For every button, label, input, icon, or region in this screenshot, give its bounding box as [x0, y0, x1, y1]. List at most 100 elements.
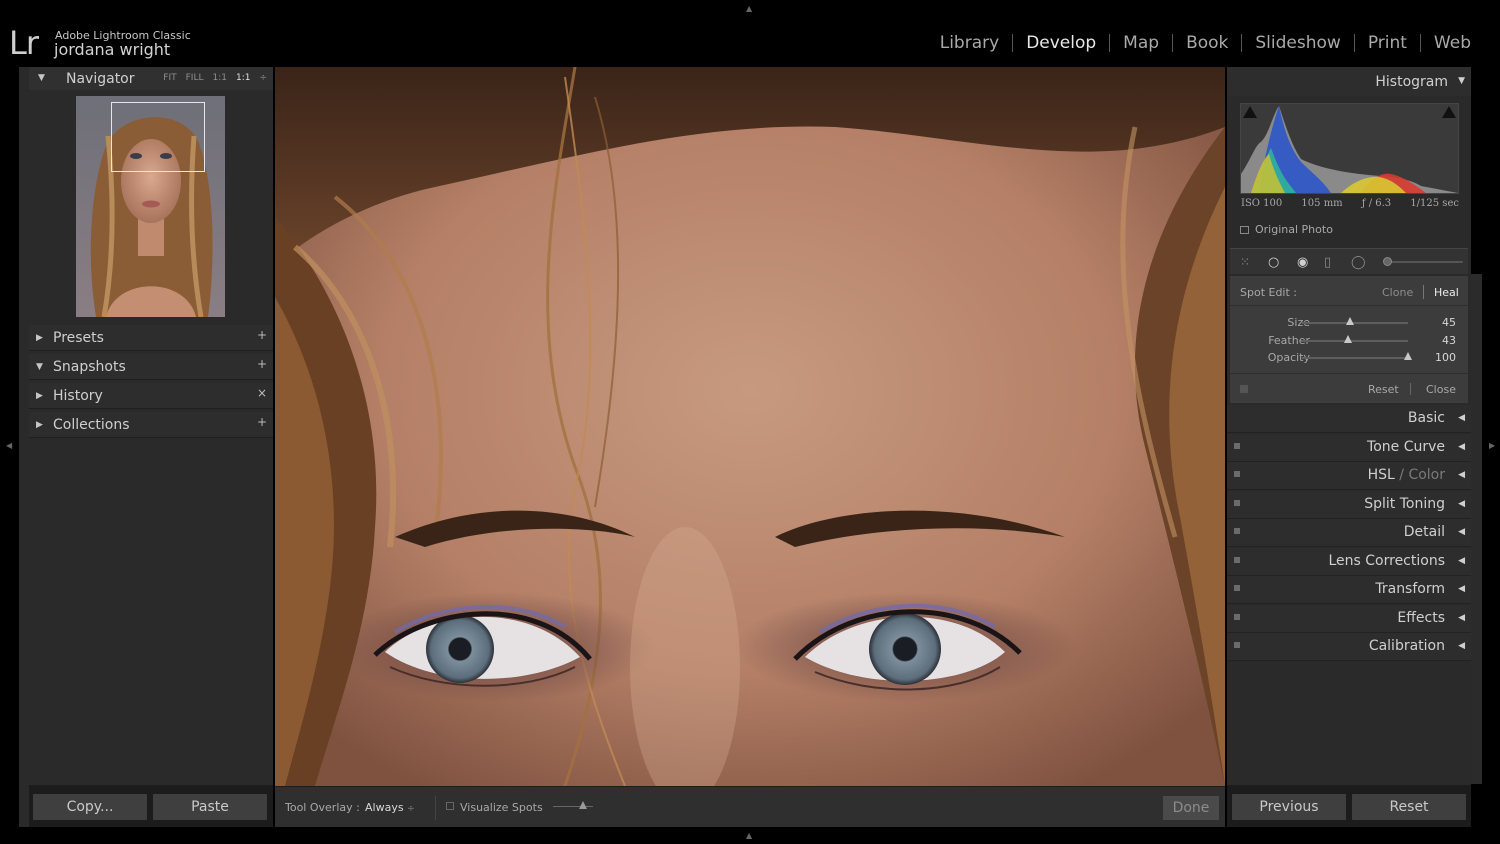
panel-label: Calibration — [1369, 638, 1445, 654]
heal-mode-button[interactable]: Heal — [1434, 286, 1459, 299]
adjustment-brush-slider[interactable] — [1387, 261, 1463, 263]
shadow-clipping-indicator-icon[interactable] — [1243, 106, 1257, 118]
panel-on-off-switch[interactable] — [1234, 443, 1240, 449]
collapse-left-panel-icon[interactable]: ◀ — [6, 441, 12, 450]
panel-label: Transform — [1375, 581, 1445, 597]
module-slideshow[interactable]: Slideshow — [1242, 33, 1353, 53]
right-panel-scrollbar[interactable] — [1471, 274, 1482, 784]
visualize-spots-slider[interactable] — [553, 806, 593, 807]
feather-value[interactable]: 43 — [1442, 334, 1456, 347]
module-library[interactable]: Library — [927, 33, 1012, 53]
zoom-fit[interactable]: FIT — [163, 73, 176, 83]
panel-on-off-switch[interactable] — [1234, 500, 1240, 506]
zoom-menu-icon[interactable]: ÷ — [259, 73, 267, 83]
opacity-value[interactable]: 100 — [1435, 351, 1456, 364]
spot-removal-icon[interactable]: ○ — [1268, 256, 1279, 269]
collapse-filmstrip-icon[interactable]: ▲ — [746, 831, 752, 840]
histogram-header[interactable]: Histogram ▼ — [1227, 67, 1471, 96]
panel-on-off-switch[interactable] — [1234, 614, 1240, 620]
collapse-right-panel-icon[interactable]: ▶ — [1489, 441, 1495, 450]
module-develop[interactable]: Develop — [1013, 33, 1109, 53]
module-web[interactable]: Web — [1421, 33, 1484, 53]
paste-settings-button[interactable]: Paste — [153, 794, 267, 820]
crop-overlay-icon[interactable]: ⁙ — [1240, 256, 1250, 269]
done-button[interactable]: Done — [1163, 796, 1219, 820]
add-icon[interactable]: + — [257, 357, 267, 371]
panel-label-text: HSL — [1367, 467, 1395, 483]
add-icon[interactable]: + — [257, 328, 267, 342]
panel-tone-curve[interactable]: Tone Curve ◀ — [1227, 434, 1471, 462]
panel-effects[interactable]: Effects ◀ — [1227, 605, 1471, 633]
panel-on-off-switch[interactable] — [1234, 557, 1240, 563]
main-photo-view[interactable] — [275, 67, 1225, 786]
previous-button[interactable]: Previous — [1232, 794, 1346, 820]
feather-slider[interactable] — [1302, 340, 1408, 342]
left-panel-footer: Copy... Paste — [29, 785, 273, 827]
feather-slider-row: Feather 43 — [1230, 332, 1468, 350]
tool-overlay-label: Tool Overlay : — [285, 801, 360, 814]
panel-on-off-switch[interactable] — [1234, 471, 1240, 477]
panel-split-toning[interactable]: Split Toning ◀ — [1227, 491, 1471, 519]
original-photo-row[interactable]: Original Photo — [1240, 223, 1333, 236]
panel-presets[interactable]: ▶ Presets + — [29, 325, 273, 351]
right-panel: Histogram ▼ ISO 100 105 mm ƒ / 6.3 1/125… — [1227, 67, 1471, 827]
histogram-title: Histogram — [1375, 74, 1448, 90]
panel-on-off-switch[interactable] — [1234, 642, 1240, 648]
size-value[interactable]: 45 — [1442, 316, 1456, 329]
toolbar-divider — [435, 796, 436, 820]
red-eye-correction-icon[interactable]: ◉ — [1297, 256, 1308, 269]
size-slider-thumb[interactable] — [1346, 317, 1354, 325]
module-map[interactable]: Map — [1110, 33, 1172, 53]
collapsed-triangle-icon: ▶ — [36, 391, 43, 401]
panel-calibration[interactable]: Calibration ◀ — [1227, 633, 1471, 661]
module-print[interactable]: Print — [1355, 33, 1420, 53]
dropdown-arrows-icon: ÷ — [407, 804, 415, 814]
original-photo-checkbox[interactable] — [1240, 226, 1249, 234]
zoom-fill[interactable]: FILL — [186, 73, 204, 83]
panel-label-text: Transform — [1375, 581, 1445, 597]
left-panel: ▼ Navigator FIT FILL 1:1 1:1 ÷ ▶ Presets… — [19, 67, 273, 827]
spot-edit-toggle-switch[interactable] — [1240, 385, 1248, 393]
panel-transform[interactable]: Transform ◀ — [1227, 576, 1471, 604]
clone-mode-button[interactable]: Clone — [1382, 286, 1413, 299]
tool-overlay-select[interactable]: Always ÷ — [365, 801, 415, 814]
reset-button[interactable]: Reset — [1352, 794, 1466, 820]
opacity-slider[interactable] — [1302, 357, 1408, 359]
collapsed-triangle-icon: ◀ — [1458, 556, 1465, 566]
panel-history[interactable]: ▶ History × — [29, 383, 273, 409]
navigator-viewport-box[interactable] — [111, 102, 205, 172]
navigator-preview[interactable] — [29, 90, 273, 323]
zoom-custom[interactable]: 1:1 — [236, 73, 250, 83]
radial-filter-icon[interactable]: ◯ — [1351, 256, 1366, 269]
panel-on-off-switch[interactable] — [1234, 585, 1240, 591]
spot-edit-header: Spot Edit : Clone Heal — [1230, 276, 1468, 306]
histogram-graph[interactable] — [1240, 103, 1459, 194]
graduated-filter-icon[interactable]: ▯ — [1324, 256, 1331, 269]
panel-detail[interactable]: Detail ◀ — [1227, 519, 1471, 547]
visualize-spots-checkbox[interactable] — [446, 802, 454, 810]
navigator-header[interactable]: ▼ Navigator FIT FILL 1:1 1:1 ÷ — [29, 67, 273, 90]
panel-basic[interactable]: Basic ◀ — [1227, 405, 1471, 433]
copy-settings-button[interactable]: Copy... — [33, 794, 147, 820]
panel-on-off-switch[interactable] — [1234, 528, 1240, 534]
spot-close-button[interactable]: Close — [1426, 383, 1456, 396]
visualize-spots-slider-thumb[interactable] — [579, 801, 587, 809]
panel-hsl[interactable]: HSL / Color ◀ — [1227, 462, 1471, 490]
panel-collections[interactable]: ▶ Collections + — [29, 412, 273, 438]
opacity-slider-thumb[interactable] — [1404, 352, 1412, 360]
feather-slider-thumb[interactable] — [1344, 335, 1352, 343]
panel-label-text: Effects — [1397, 610, 1445, 626]
zoom-1-1[interactable]: 1:1 — [212, 73, 226, 83]
size-slider[interactable] — [1302, 322, 1408, 324]
highlight-clipping-indicator-icon[interactable] — [1442, 106, 1456, 118]
collapse-top-panel-icon[interactable]: ▲ — [746, 4, 752, 13]
navigator-zoom-options: FIT FILL 1:1 1:1 ÷ — [163, 73, 267, 83]
add-icon[interactable]: + — [257, 415, 267, 429]
clear-icon[interactable]: × — [257, 386, 267, 400]
panel-snapshots[interactable]: ▼ Snapshots + — [29, 354, 273, 380]
spot-reset-button[interactable]: Reset — [1368, 383, 1399, 396]
navigator-thumbnail[interactable] — [76, 96, 225, 317]
adjustment-brush-icon[interactable] — [1383, 257, 1392, 266]
panel-lens-corrections[interactable]: Lens Corrections ◀ — [1227, 548, 1471, 576]
module-book[interactable]: Book — [1173, 33, 1241, 53]
